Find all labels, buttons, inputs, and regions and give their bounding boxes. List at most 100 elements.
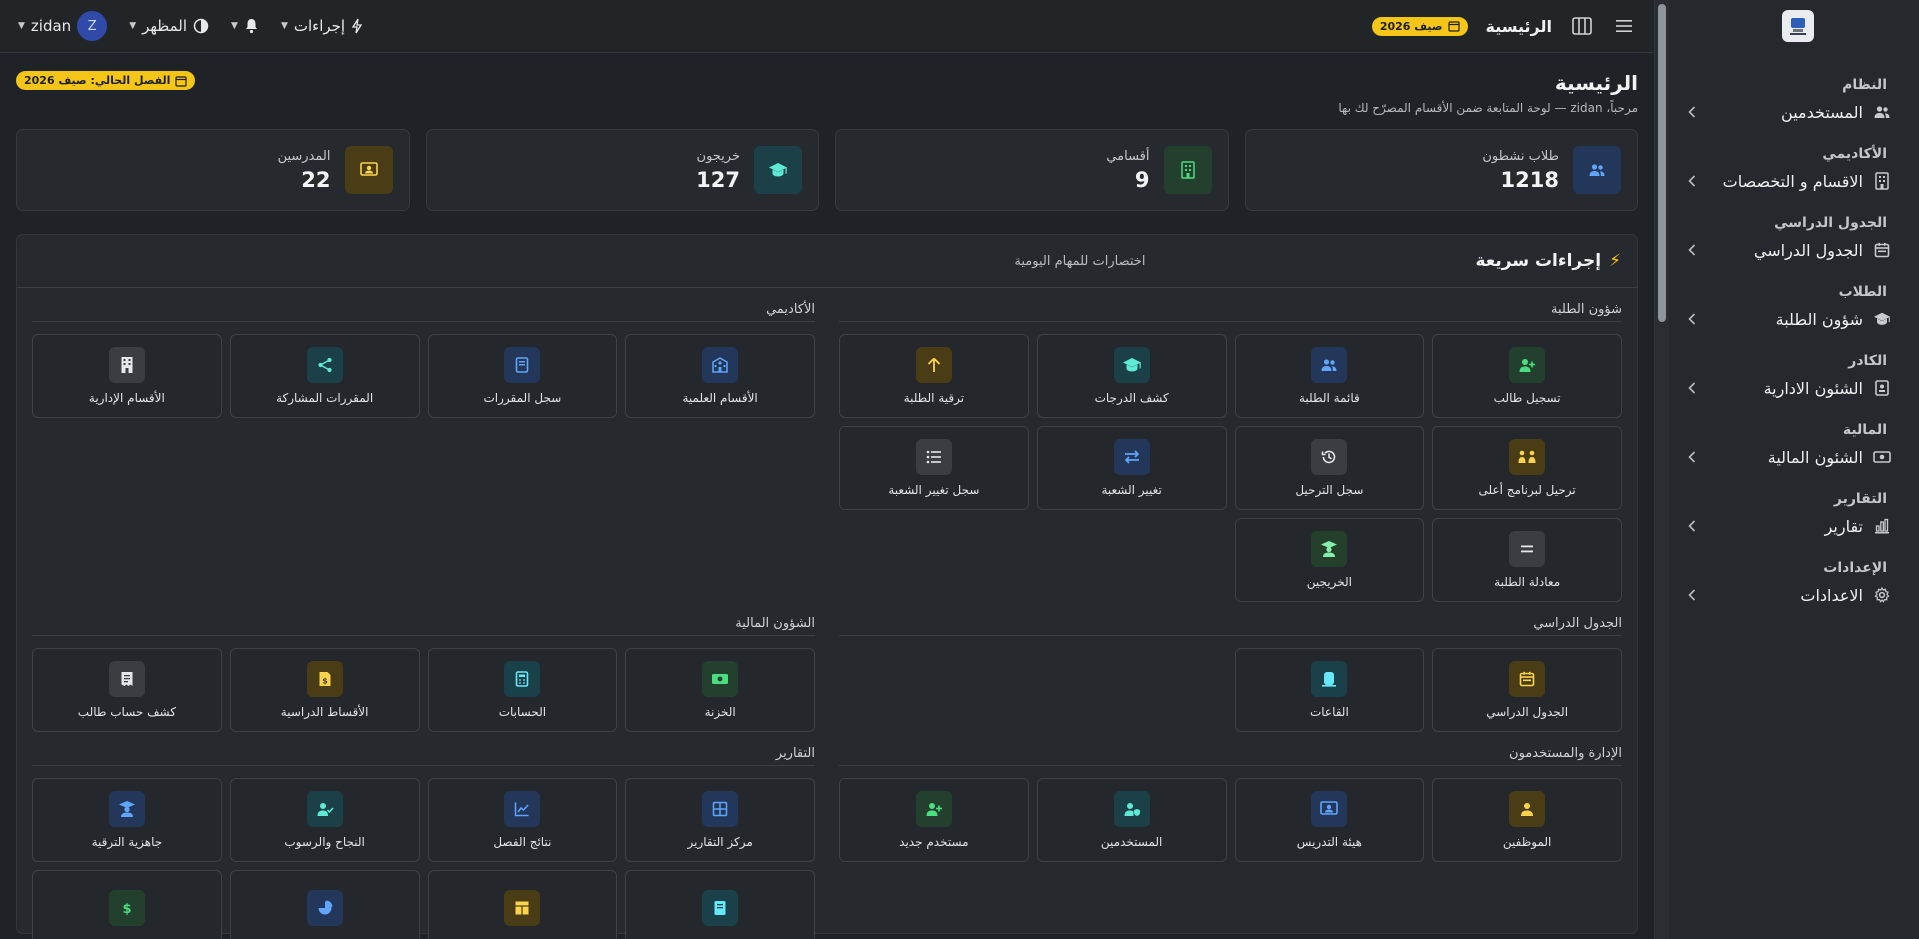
quick-action-tile[interactable]: الموظفين — [1432, 778, 1622, 862]
quick-action-tile[interactable] — [625, 870, 815, 939]
quick-action-tile[interactable]: مستخدم جديد — [839, 778, 1029, 862]
sidebar-item[interactable]: تقارير — [1683, 509, 1891, 543]
quick-actions-title: ⚡ إجراءات سريعة — [1475, 251, 1621, 271]
panel-toggle-icon[interactable] — [1570, 14, 1594, 38]
group-academic: الأكاديمي الأقسام العلمية سجل المقررات ا… — [32, 302, 815, 602]
share-icon — [306, 347, 343, 383]
quick-action-tile[interactable]: المقررات المشاركة — [229, 334, 420, 418]
hamburger-menu-icon[interactable] — [1612, 14, 1636, 38]
quick-action-tile[interactable]: كشف حساب طالب — [32, 648, 222, 732]
employee-icon — [1509, 791, 1546, 827]
quick-action-label: ترقية الطلبة — [903, 391, 965, 405]
notifications-menu[interactable]: ▼ — [231, 18, 259, 34]
quick-action-tile[interactable]: سجل المقررات — [427, 334, 618, 418]
quick-action-tile[interactable]: معادلة الطلبة — [1432, 518, 1622, 602]
sidebar-section-heading: الطلاب — [1838, 284, 1887, 300]
quick-action-tile[interactable]: القاعات — [1234, 648, 1425, 732]
quick-action-label: معادلة الطلبة — [1494, 575, 1561, 589]
current-term-label: الفصل الحالي: صيف 2026 — [24, 74, 171, 87]
quick-action-tile[interactable]: المستخدمين — [1036, 778, 1227, 862]
quick-action-tile[interactable]: النجاح والرسوب — [229, 778, 420, 862]
sidebar-item[interactable]: المستخدمين — [1683, 95, 1891, 129]
quick-action-tile[interactable]: مركز التقارير — [625, 778, 815, 862]
sidebar-scrollbar[interactable] — [1655, 0, 1669, 939]
sidebar-section-heading: الكادر — [1848, 353, 1887, 369]
sidebar-item[interactable]: شؤون الطلبة — [1683, 302, 1891, 336]
stats-row: طلاب نشطون 1218 أقسامي 9 خريجون 127 المد… — [16, 129, 1638, 211]
quick-action-tile[interactable]: قائمة الطلبة — [1234, 334, 1425, 418]
quick-action-tile[interactable]: الخريجين — [1234, 518, 1425, 602]
quick-action-label: الجدول الدراسي — [1486, 705, 1569, 719]
sidebar-item-label: الجدول الدراسي — [1753, 240, 1863, 260]
quick-action-tile[interactable]: ترقية الطلبة — [839, 334, 1029, 418]
quick-action-tile[interactable] — [229, 870, 420, 939]
stat-label: المدرسين — [277, 148, 331, 164]
sidebar-section-heading: الإعدادات — [1823, 560, 1887, 576]
appearance-menu[interactable]: المظهر ▼ — [129, 17, 209, 35]
group-students: شؤون الطلبة تسجيل طالب قائمة الطلبة كشف … — [839, 302, 1622, 602]
transfer-people-icon — [1509, 439, 1546, 475]
stat-label: خريجون — [696, 148, 740, 164]
calendar-icon — [175, 75, 188, 87]
quick-action-tile[interactable]: الأقسام الإدارية — [32, 334, 222, 418]
chevron-left-icon — [1683, 520, 1701, 532]
quick-action-tile[interactable]: ترحيل لبرنامج أعلى — [1432, 426, 1622, 510]
quick-action-tile[interactable]: هيئة التدريس — [1234, 778, 1425, 862]
sidebar-item[interactable]: الجدول الدراسي — [1683, 233, 1891, 267]
sidebar-item[interactable]: الشئون الادارية — [1683, 371, 1891, 405]
quick-action-label: نتائج الفصل — [493, 835, 552, 849]
group-title: الأكاديمي — [32, 302, 815, 322]
chevron-left-icon — [1683, 589, 1701, 601]
group-title: شؤون الطلبة — [839, 302, 1622, 322]
building-icon — [1163, 146, 1212, 194]
quick-action-tile[interactable]: جاهزية الترقية — [32, 778, 222, 862]
topbar: الرئيسية صيف 2026 إجراءات ▼ ▼ المظهر ▼ Z… — [0, 0, 1654, 53]
quick-action-label: الحسابات — [498, 705, 547, 719]
sidebar-item[interactable]: الاعدادات — [1683, 578, 1891, 612]
list-icon — [915, 439, 952, 475]
quick-action-tile[interactable] — [427, 870, 618, 939]
chevron-left-icon — [1683, 106, 1701, 118]
quick-action-tile[interactable]: سجل تغيير الشعبة — [839, 426, 1029, 510]
history-icon — [1311, 439, 1348, 475]
quick-action-tile[interactable]: $ — [32, 870, 222, 939]
quick-action-label: سجل تغيير الشعبة — [888, 483, 980, 497]
page-subtitle: مرحباً، zidan — لوحة المتابعة ضمن الأقسا… — [1338, 101, 1638, 115]
quick-action-tile[interactable]: تغيير الشعبة — [1036, 426, 1227, 510]
swap-icon — [1113, 439, 1150, 475]
user-shield-icon — [1113, 791, 1150, 827]
quick-actions-subtitle: اختصارات للمهام اليومية — [1014, 253, 1146, 269]
quick-action-tile[interactable]: كشف الدرجات — [1036, 334, 1227, 418]
quick-action-tile[interactable]: $ الأقساط الدراسية — [229, 648, 420, 732]
stat-value: 1218 — [1500, 167, 1559, 192]
user-menu[interactable]: Z zidan ▼ — [18, 11, 108, 41]
quick-action-tile[interactable]: الخزنة — [625, 648, 815, 732]
sidebar-item[interactable]: الشئون المالية — [1683, 440, 1891, 474]
sidebar-item-label: الشئون الادارية — [1763, 378, 1863, 398]
app-logo[interactable] — [1782, 10, 1814, 42]
equals-icon — [1509, 531, 1546, 567]
quick-action-tile[interactable]: سجل الترحيل — [1234, 426, 1425, 510]
quick-action-tile[interactable]: الأقسام العلمية — [625, 334, 815, 418]
quick-action-tile[interactable]: الحسابات — [427, 648, 618, 732]
main-area: الرئيسية صيف 2026 إجراءات ▼ ▼ المظهر ▼ Z… — [0, 0, 1654, 939]
stat-card: خريجون 127 — [425, 129, 819, 211]
bell-icon — [245, 19, 257, 34]
quick-action-tile[interactable]: تسجيل طالب — [1432, 334, 1622, 418]
quick-action-tile[interactable]: نتائج الفصل — [427, 778, 618, 862]
chevron-left-icon — [1683, 313, 1701, 325]
quick-action-label: الموظفين — [1502, 835, 1552, 849]
avatar: Z — [77, 11, 108, 41]
users-icon — [1873, 103, 1891, 121]
actions-menu[interactable]: إجراءات ▼ — [281, 17, 363, 35]
quick-action-tile[interactable]: الجدول الدراسي — [1432, 648, 1622, 732]
teacher-icon — [344, 146, 393, 194]
graduation-cap-icon — [1873, 310, 1891, 328]
sidebar-item[interactable]: الاقسام و التخصصات — [1683, 164, 1891, 198]
group-title: الإدارة والمستخدمون — [839, 746, 1622, 766]
stat-label: طلاب نشطون — [1482, 148, 1559, 164]
current-term-badge: الفصل الحالي: صيف 2026 — [16, 71, 196, 90]
gear-icon — [1873, 586, 1891, 604]
quick-action-label: مستخدم جديد — [899, 835, 969, 849]
caret-down-icon: ▼ — [231, 21, 238, 31]
